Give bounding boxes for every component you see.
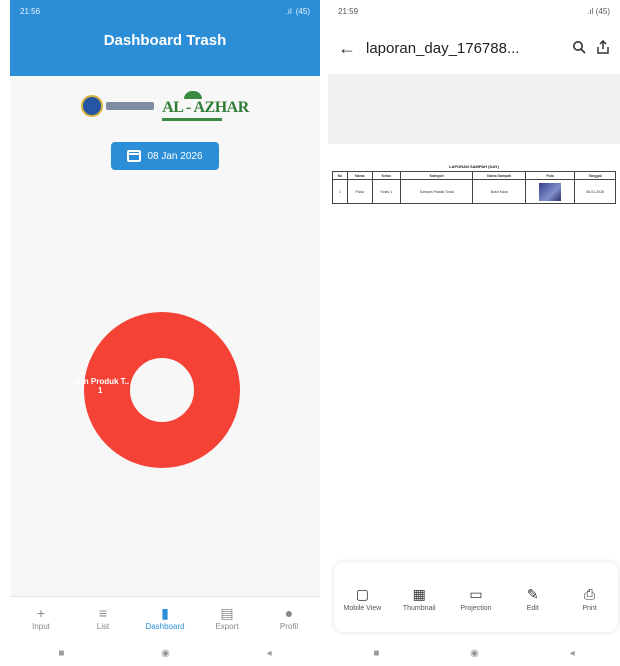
nav-list[interactable]: ≡ List [75, 606, 131, 631]
trash-photo [539, 182, 562, 201]
app-bar: 21:56 .ıl (45) Dashboard Trash [10, 0, 320, 76]
document-title: laporan_day_176788... [366, 39, 520, 57]
edit-button[interactable]: ✎ Edit [509, 587, 557, 612]
col-header: Nama [346, 171, 373, 180]
table-cell: Kelas 1 [371, 179, 402, 204]
nav-label: Input [32, 622, 50, 631]
battery-icon: (45) [595, 6, 610, 16]
system-navigation: ■ ◉ ◂ [10, 640, 320, 666]
table-cell-photo [525, 179, 576, 204]
table-cell: Fiska [346, 179, 373, 204]
status-time: 21:56 [20, 6, 41, 16]
recents-icon[interactable]: ■ [373, 648, 379, 659]
col-header: Nama Sampah [472, 171, 527, 180]
page-title: Dashboard Trash [103, 32, 227, 49]
toolbar-label: Print [582, 604, 597, 612]
al-azhar-logo: AL - AZHAR [162, 91, 249, 121]
projection-icon: ▭ [469, 585, 483, 602]
col-header: Tanggal [574, 171, 616, 180]
toolbar-label: Projection [460, 604, 492, 612]
school-seal-logo [81, 95, 155, 117]
date-picker-button[interactable]: 08 Jan 2026 [111, 142, 219, 170]
back-icon[interactable]: ◂ [570, 648, 575, 659]
donut-slice-label: ..dan Produk T.. 1 [70, 377, 255, 395]
list-icon: ≡ [98, 605, 108, 621]
table-cell: 1 [332, 179, 348, 204]
nav-dashboard[interactable]: ▮ Dashboard [137, 606, 193, 631]
edit-icon: ✎ [526, 585, 539, 602]
status-bar: 21:59 .ıl (45) [328, 0, 620, 22]
table-row: 1 Fiska Kelas 1 Sampah Plastik Tunai Bot… [332, 179, 616, 204]
dome-icon [184, 91, 203, 99]
table-cell: 08-01-2026 [574, 179, 616, 204]
toolbar-label: Edit [526, 604, 539, 612]
viewer-header: ← laporan_day_176788... [328, 22, 620, 74]
nav-label: Profil [279, 622, 299, 631]
date-label: 08 Jan 2026 [147, 150, 203, 162]
table-cell: Sampah Plastik Tunai [400, 179, 474, 204]
plus-icon: + [36, 605, 46, 621]
screenshot-stage: 21:56 .ıl (45) Dashboard Trash AL - AZHA… [0, 0, 620, 666]
person-icon: ● [284, 605, 294, 621]
toolbar-label: Mobile View [343, 604, 382, 612]
mobile-view-button[interactable]: ▢ Mobile View [338, 587, 386, 612]
school-logos: AL - AZHAR [10, 88, 320, 124]
col-header: No [332, 171, 348, 180]
signal-icon: .ıl [587, 6, 594, 16]
slice-value-label: 1 [98, 386, 103, 395]
pdf-page: LAPORAN SAMPAH (DAY) No Nama Kelas Kateg… [332, 164, 616, 228]
table-header-row: No Nama Kelas Kategori Nama Sampah Foto … [332, 171, 616, 180]
al-azhar-logo-text: AL - AZHAR [162, 99, 249, 116]
table-cell: Botol Kaca [472, 179, 527, 204]
status-time: 21:59 [338, 6, 359, 16]
thumbnail-icon: ▦ [412, 585, 426, 602]
status-bar: 21:56 .ıl (45) [10, 0, 320, 22]
col-header: Kategori [400, 171, 474, 180]
nav-label: List [96, 622, 110, 631]
home-icon[interactable]: ◉ [161, 648, 170, 659]
calendar-icon [127, 150, 142, 162]
projection-button[interactable]: ▭ Projection [452, 587, 500, 612]
report-table: No Nama Kelas Kategori Nama Sampah Foto … [332, 171, 616, 204]
signal-icon: .ıl [285, 6, 292, 16]
report-title: LAPORAN SAMPAH (DAY) [449, 164, 499, 169]
share-icon[interactable] [596, 39, 610, 57]
nav-label: Export [215, 622, 239, 631]
toolbar-label: Thumbnail [402, 604, 436, 612]
recents-icon[interactable]: ■ [58, 648, 64, 659]
print-icon: ⎙ [583, 585, 596, 602]
export-icon: ▤ [220, 605, 234, 621]
col-header: Foto [525, 171, 576, 180]
viewer-toolbar: ▢ Mobile View ▦ Thumbnail ▭ Projection ✎… [334, 562, 618, 632]
search-icon[interactable] [572, 40, 586, 57]
col-header: Kelas [371, 171, 402, 180]
home-icon[interactable]: ◉ [470, 648, 479, 659]
thumbnail-button[interactable]: ▦ Thumbnail [395, 587, 443, 612]
back-icon[interactable]: ◂ [267, 648, 272, 659]
back-arrow-icon[interactable]: ← [338, 38, 356, 59]
bar-chart-icon: ▮ [161, 605, 169, 621]
slice-category-label: ..dan Produk T.. [70, 377, 130, 386]
mobile-view-icon: ▢ [355, 585, 369, 602]
left-phone: 21:56 .ıl (45) Dashboard Trash AL - AZHA… [10, 0, 320, 666]
document-margin [328, 74, 620, 144]
nav-input[interactable]: + Input [13, 606, 69, 631]
print-button[interactable]: ⎙ Print [566, 587, 614, 612]
nav-profil[interactable]: ● Profil [261, 606, 317, 631]
seal-icon [81, 95, 104, 117]
bottom-navigation: + Input ≡ List ▮ Dashboard ▤ Export ● Pr… [10, 596, 320, 640]
battery-icon: (45) [295, 6, 310, 16]
system-navigation: ■ ◉ ◂ [328, 640, 620, 666]
right-phone: 21:59 .ıl (45) ← laporan_day_176788... L… [328, 0, 620, 666]
nav-label: Dashboard [145, 622, 185, 631]
nav-export[interactable]: ▤ Export [199, 606, 255, 631]
donut-chart: ..dan Produk T.. 1 [70, 305, 255, 475]
